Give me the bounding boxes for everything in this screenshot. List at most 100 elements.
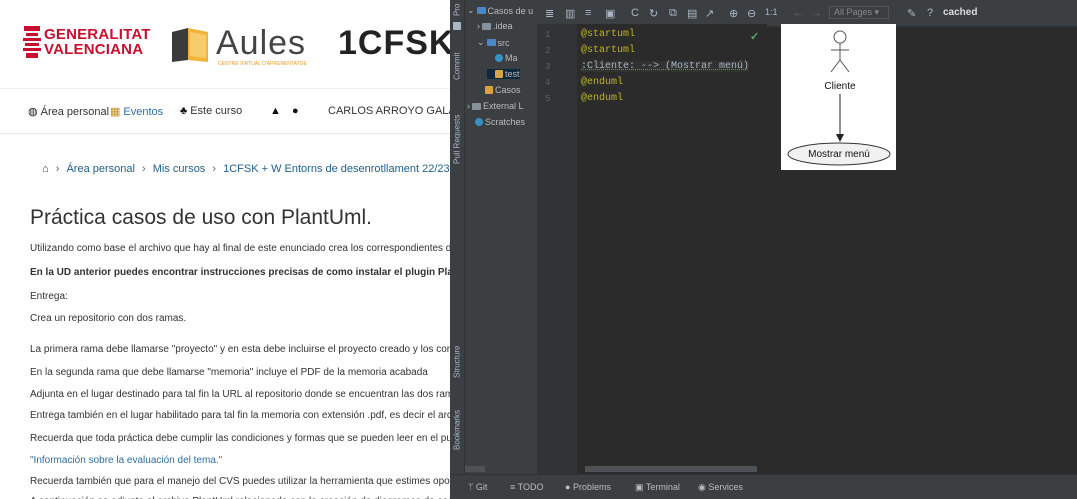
site-header: GENERALITAT VALENCIANA Aules CENTRE VIRT… [0, 0, 450, 88]
next-page-icon[interactable]: → [811, 7, 822, 19]
tree-node-label: External L [483, 101, 524, 111]
tree-node[interactable]: ⌄ Casos de u [467, 5, 533, 16]
settings-wrench-icon[interactable]: ✎ [907, 7, 916, 20]
usecase-label: Mostrar menú [808, 149, 870, 160]
tree-node[interactable]: Casos [477, 85, 521, 95]
problems-info-icon: ● [565, 482, 571, 492]
nav-area-personal[interactable]: ◍ Área personal [28, 105, 110, 119]
breadcrumb-separator: › [142, 163, 146, 175]
todo-tab-label: TODO [517, 482, 544, 492]
pages-select[interactable]: All Pages ▾ [829, 6, 889, 19]
code-line[interactable]: @enduml [581, 77, 623, 88]
tree-node[interactable]: › .idea [477, 21, 513, 31]
help-icon[interactable]: ? [927, 7, 933, 19]
breadcrumb-course[interactable]: 1CFSK + W Entorns de desenrotllament 22/… [223, 163, 450, 175]
chevron-right-icon[interactable]: › [477, 21, 480, 31]
todo-tab[interactable]: ≡ TODO [510, 482, 543, 492]
association-arrowhead [836, 134, 844, 142]
layout-editor-icon[interactable]: ≣ [545, 7, 554, 20]
evaluation-info-link[interactable]: "Información sobre la evaluación del tem… [30, 455, 222, 466]
code-editor[interactable]: @startuml @startuml :Cliente: --> (Mostrar… [577, 24, 767, 474]
diagram-preview: Cliente Mostrar menú [781, 24, 896, 170]
tree-scrollbar[interactable] [465, 466, 485, 472]
bookmarks-tab[interactable]: Bookmarks [450, 406, 464, 454]
copy-icon[interactable]: ⧉ [669, 7, 677, 20]
description-paragraph: Entrega también en el lugar habilitado p… [30, 410, 450, 421]
code-line[interactable]: @enduml [581, 93, 623, 104]
home-icon[interactable]: ⌂ [42, 163, 49, 175]
nav-este-curso[interactable]: ♣ Este curso [180, 105, 242, 117]
chat-icon: ● [292, 105, 299, 117]
line-number-gutter: 1 2 3 4 5 [537, 24, 577, 474]
actor-right-leg [839, 59, 850, 73]
description-paragraph: En la UD anterior puedes encontrar instr… [30, 267, 450, 278]
breadcrumb-separator: › [212, 163, 217, 175]
description-paragraph: Recuerda también que para el manejo del … [30, 476, 450, 487]
description-paragraph: Entrega: [30, 291, 68, 302]
line-number: 1 [545, 30, 551, 40]
dashboard-icon: ◍ [28, 106, 38, 118]
nav-eventos[interactable]: ▦ Eventos [110, 105, 163, 119]
open-external-icon[interactable]: ↗ [705, 7, 714, 20]
problems-tab[interactable]: ● Problems [565, 482, 611, 492]
notifications-button[interactable]: ▲ [270, 105, 281, 117]
code-line[interactable]: :Cliente: --> (Mostrar menú) [581, 61, 750, 72]
editor-scrollbar[interactable] [585, 466, 757, 472]
user-menu[interactable]: CARLOS ARROYO GALAN [328, 105, 450, 117]
layout-split-icon[interactable]: ▥ [565, 7, 575, 20]
aules-wordmark[interactable]: Aules [216, 24, 306, 63]
refresh-icon[interactable]: C [631, 7, 639, 19]
prev-page-icon[interactable]: ← [793, 7, 804, 19]
ide-window: Pro Commit Pull Requests Structure Bookm… [450, 0, 1077, 499]
structure-tab[interactable]: Structure [450, 338, 464, 386]
folder-icon [482, 22, 491, 30]
layout-preview-icon[interactable]: ≡ [585, 7, 591, 19]
usecase-diagram: Cliente Mostrar menú [787, 30, 891, 166]
zoom-out-icon[interactable]: ⊖ [747, 7, 756, 20]
tree-node-label: src [497, 37, 510, 48]
bell-icon: ▲ [270, 105, 281, 117]
chevron-right-icon[interactable]: › [467, 101, 470, 111]
description-paragraph: Adjunta en el lugar destinado para tal f… [30, 389, 450, 400]
course-code-logo: 1CFSK [338, 24, 450, 62]
commit-tab[interactable]: Commit [450, 44, 464, 88]
pull-requests-tab[interactable]: Pull Requests [450, 108, 464, 170]
project-folder-icon[interactable] [453, 22, 461, 30]
chevron-down-icon[interactable]: ⌄ [467, 5, 475, 16]
tree-node-label: Casos [495, 85, 521, 95]
code-line[interactable]: @startuml [581, 29, 635, 40]
services-tab[interactable]: ◉ Services [698, 482, 743, 493]
tree-node[interactable]: Ma [487, 53, 518, 63]
generalitat-wordmark[interactable]: GENERALITAT VALENCIANA [44, 27, 151, 57]
terminal-tab[interactable]: ▣ Terminal [635, 482, 680, 493]
tree-node[interactable]: ⌄ src [477, 37, 510, 48]
terminal-tab-label: Terminal [645, 482, 680, 492]
save-icon[interactable]: ▤ [687, 7, 697, 20]
aules-logo-icon [172, 28, 208, 62]
project-tab[interactable]: Pro [450, 0, 464, 20]
actor-label: Cliente [824, 81, 856, 92]
tree-node[interactable]: › External L [467, 101, 524, 111]
tree-node-label: Casos de u [487, 5, 534, 16]
code-line[interactable]: @startuml [581, 45, 635, 56]
git-tab[interactable]: ᛘ Git [468, 482, 487, 492]
reload-icon[interactable]: ↻ [649, 7, 658, 20]
image-icon[interactable]: ▣ [605, 7, 615, 20]
plantuml-file-icon [495, 70, 503, 78]
inspection-ok-icon[interactable]: ✓ [750, 30, 759, 43]
zoom-in-icon[interactable]: ⊕ [729, 7, 738, 20]
zoom-actual-button[interactable]: 1:1 [765, 7, 778, 17]
tree-node[interactable]: test [487, 69, 520, 79]
messages-button[interactable]: ● [292, 105, 299, 117]
line-number: 2 [545, 46, 551, 56]
user-name: CARLOS ARROYO GALAN [328, 105, 450, 117]
tree-node[interactable]: Scratches [467, 117, 525, 127]
description-paragraph: Utilizando como base el archivo que hay … [30, 243, 450, 254]
nav-area-personal-label: Área personal [40, 105, 110, 118]
breadcrumb-area-personal[interactable]: Área personal [66, 163, 135, 175]
class-file-icon [495, 54, 503, 62]
breadcrumb-mis-cursos[interactable]: Mis cursos [153, 163, 206, 175]
todo-list-icon: ≡ [510, 482, 516, 492]
description-paragraph: Recuerda que toda práctica debe cumplir … [30, 433, 450, 444]
chevron-down-icon[interactable]: ⌄ [477, 37, 485, 48]
